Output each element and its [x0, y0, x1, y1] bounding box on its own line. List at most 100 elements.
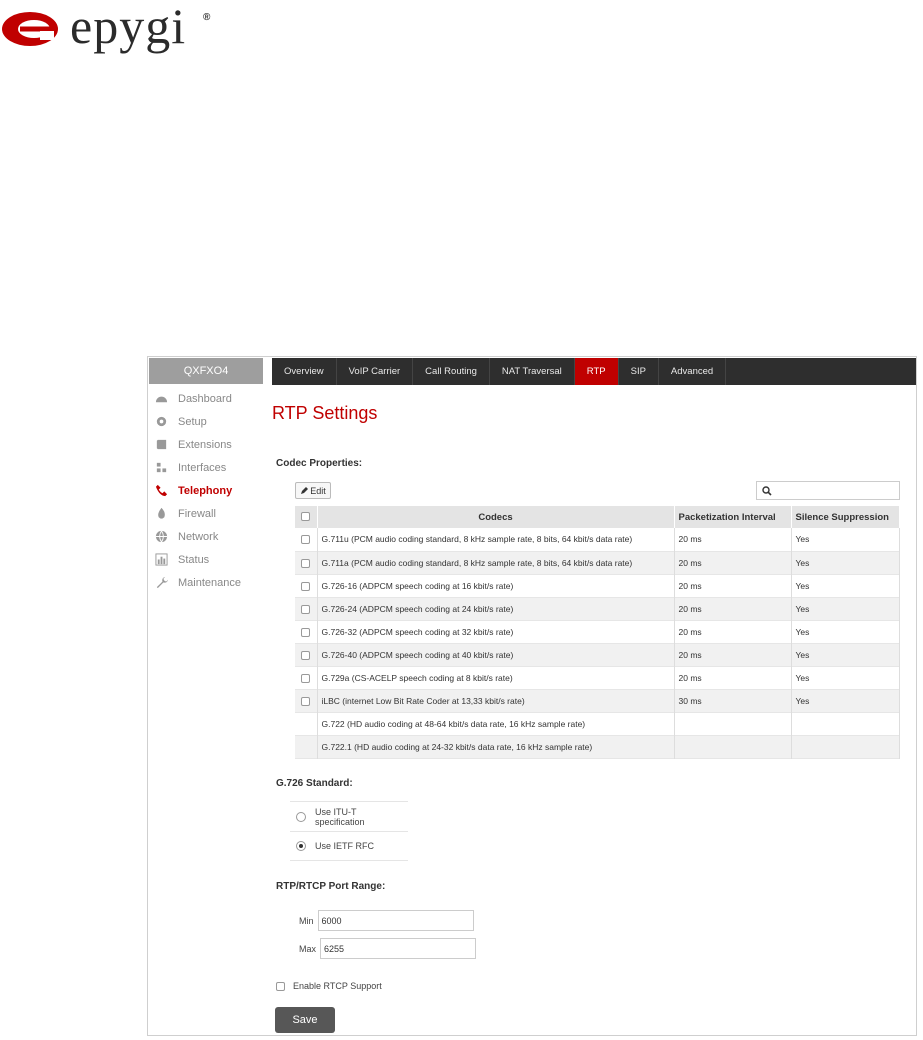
- globe-icon: [154, 530, 168, 544]
- packetization-cell: 20 ms: [674, 574, 792, 597]
- silence-cell: Yes: [791, 689, 900, 712]
- tab-sip[interactable]: SIP: [619, 358, 659, 385]
- sidebar-item-telephony[interactable]: Telephony: [154, 479, 264, 502]
- row-checkbox-cell: [295, 597, 318, 620]
- sidebar-item-interfaces[interactable]: Interfaces: [154, 456, 264, 479]
- row-checkbox-cell: [295, 666, 318, 689]
- row-checkbox[interactable]: [301, 581, 311, 591]
- tab-voip-carrier[interactable]: VoIP Carrier: [337, 358, 414, 385]
- column-header-packetization: Packetization Interval: [674, 506, 792, 528]
- row-checkbox[interactable]: [301, 535, 311, 545]
- row-checkbox[interactable]: [301, 558, 311, 568]
- checkbox[interactable]: [301, 512, 311, 522]
- fire-icon: [154, 507, 168, 521]
- g726-radio-group: Use ITU-T specification Use IETF RFC: [290, 801, 408, 861]
- row-checkbox[interactable]: [301, 604, 311, 614]
- codec-cell: G.711u (PCM audio coding standard, 8 kHz…: [317, 528, 675, 551]
- silence-cell: Yes: [791, 551, 900, 574]
- phone-icon: [154, 484, 168, 498]
- sidebar-item-setup[interactable]: Setup: [154, 410, 264, 433]
- row-checkbox[interactable]: [301, 673, 311, 683]
- sidebar-item-label: Dashboard: [178, 392, 232, 405]
- packetization-cell: [674, 712, 792, 735]
- sidebar-item-firewall[interactable]: Firewall: [154, 502, 264, 525]
- radio-option-ietf-rfc[interactable]: Use IETF RFC: [290, 831, 408, 861]
- silence-cell: Yes: [791, 597, 900, 620]
- dashboard-icon: [154, 392, 168, 406]
- sidebar-item-maintenance[interactable]: Maintenance: [154, 571, 264, 594]
- sidebar-item-dashboard[interactable]: Dashboard: [154, 387, 264, 410]
- table-row[interactable]: G.729a (CS-ACELP speech coding at 8 kbit…: [295, 666, 900, 689]
- codecs-table: Codecs Packetization Interval Silence Su…: [295, 506, 900, 759]
- port-max-row: Max: [299, 938, 477, 959]
- codec-search: [756, 481, 900, 500]
- app-window: QXFXO4 Dashboard Setup Extensions Interf…: [147, 356, 917, 1036]
- search-input[interactable]: [776, 483, 896, 498]
- top-nav: Overview VoIP Carrier Call Routing NAT T…: [272, 358, 916, 385]
- row-checkbox[interactable]: [301, 650, 311, 660]
- table-row[interactable]: G.711a (PCM audio coding standard, 8 kHz…: [295, 551, 900, 574]
- tab-rtp[interactable]: RTP: [574, 358, 619, 385]
- codec-cell: G.726-16 (ADPCM speech coding at 16 kbit…: [317, 574, 675, 597]
- table-header-row: Codecs Packetization Interval Silence Su…: [295, 506, 900, 528]
- row-checkbox-cell: [295, 551, 318, 574]
- radio-button[interactable]: [296, 841, 306, 851]
- save-button[interactable]: Save: [275, 1007, 335, 1033]
- codec-cell: iLBC (internet Low Bit Rate Coder at 13,…: [317, 689, 675, 712]
- tab-call-routing[interactable]: Call Routing: [413, 358, 490, 385]
- edit-button[interactable]: Edit: [295, 482, 331, 499]
- row-checkbox[interactable]: [301, 627, 311, 637]
- radio-button[interactable]: [296, 811, 306, 822]
- sidebar-item-label: Extensions: [178, 438, 232, 451]
- tab-advanced[interactable]: Advanced: [659, 358, 727, 385]
- select-all-checkbox[interactable]: [295, 506, 318, 528]
- table-row[interactable]: G.726-16 (ADPCM speech coding at 16 kbit…: [295, 574, 900, 597]
- tab-nat-traversal[interactable]: NAT Traversal: [490, 358, 575, 385]
- table-row[interactable]: G.722 (HD audio coding at 48-64 kbit/s d…: [295, 712, 900, 735]
- port-min-input[interactable]: [317, 910, 474, 931]
- table-row[interactable]: G.726-40 (ADPCM speech coding at 40 kbit…: [295, 643, 900, 666]
- port-min-row: Min: [299, 910, 474, 931]
- table-row[interactable]: G.711u (PCM audio coding standard, 8 kHz…: [295, 528, 900, 551]
- row-checkbox-cell: [295, 528, 318, 551]
- wrench-icon: [154, 576, 168, 590]
- table-row[interactable]: iLBC (internet Low Bit Rate Coder at 13,…: [295, 689, 900, 712]
- sidebar-item-label: Telephony: [178, 484, 233, 497]
- row-checkbox-cell: [295, 689, 318, 712]
- packetization-cell: 30 ms: [674, 689, 792, 712]
- bar-chart-icon: [154, 553, 168, 567]
- row-checkbox-cell: [295, 712, 318, 735]
- gear-icon: [154, 415, 168, 429]
- radio-option-itu-t[interactable]: Use ITU-T specification: [290, 801, 408, 831]
- sidebar-item-status[interactable]: Status: [154, 548, 264, 571]
- rtcp-label: Enable RTCP Support: [293, 981, 382, 991]
- silence-cell: Yes: [791, 666, 900, 689]
- sidebar-item-extensions[interactable]: Extensions: [154, 433, 264, 456]
- silence-cell: Yes: [791, 528, 900, 551]
- silence-cell: [791, 735, 900, 758]
- pencil-icon: [301, 486, 309, 494]
- port-max-input[interactable]: [320, 938, 477, 959]
- rtcp-support[interactable]: Enable RTCP Support: [276, 981, 382, 991]
- rtcp-checkbox[interactable]: [276, 981, 285, 991]
- codec-cell: G.722.1 (HD audio coding at 24-32 kbit/s…: [317, 735, 675, 758]
- edit-label: Edit: [310, 485, 326, 496]
- packetization-cell: 20 ms: [674, 597, 792, 620]
- sitemap-icon: [154, 461, 168, 475]
- sidebar-item-network[interactable]: Network: [154, 525, 264, 548]
- sidebar-item-label: Status: [178, 553, 210, 566]
- tab-overview[interactable]: Overview: [272, 358, 337, 385]
- brand-name: epygi: [70, 0, 187, 54]
- table-row[interactable]: G.722.1 (HD audio coding at 24-32 kbit/s…: [295, 735, 900, 758]
- codec-cell: G.711a (PCM audio coding standard, 8 kHz…: [317, 551, 675, 574]
- silence-cell: Yes: [791, 574, 900, 597]
- codec-cell: G.726-32 (ADPCM speech coding at 32 kbit…: [317, 620, 675, 643]
- codec-cell: G.726-40 (ADPCM speech coding at 40 kbit…: [317, 643, 675, 666]
- row-checkbox[interactable]: [301, 696, 311, 706]
- table-row[interactable]: G.726-24 (ADPCM speech coding at 24 kbit…: [295, 597, 900, 620]
- sidebar-item-label: Interfaces: [178, 461, 227, 474]
- sidebar-item-label: Setup: [178, 415, 207, 428]
- sidebar: Dashboard Setup Extensions Interfaces Te…: [154, 387, 264, 594]
- table-row[interactable]: G.726-32 (ADPCM speech coding at 32 kbit…: [295, 620, 900, 643]
- row-checkbox-cell: [295, 735, 318, 758]
